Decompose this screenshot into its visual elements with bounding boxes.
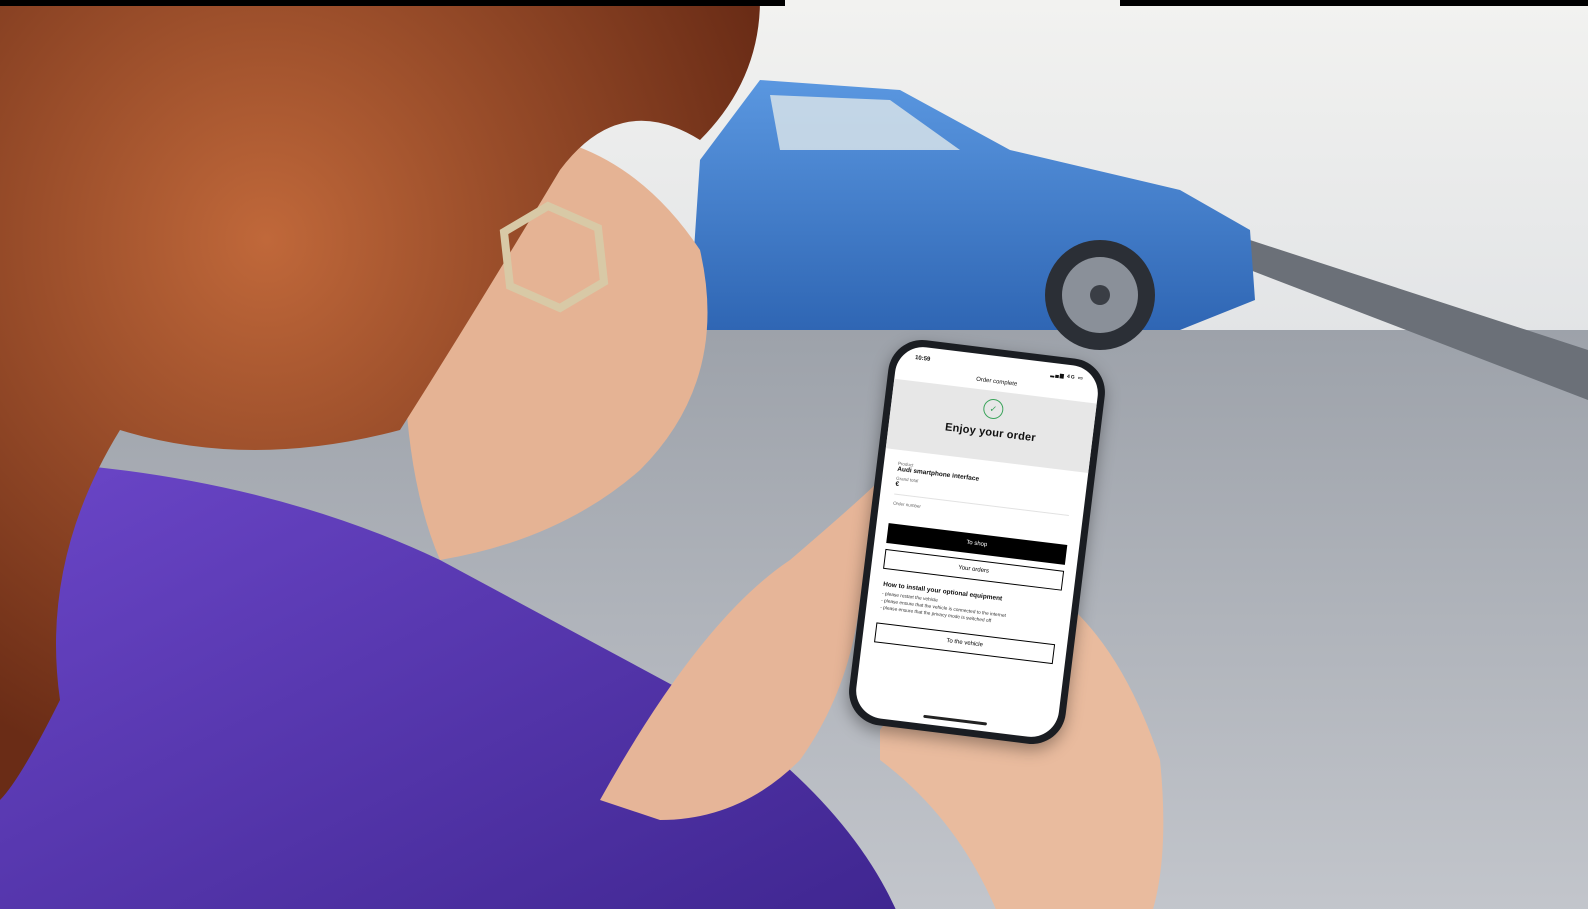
top-black-strip-right [1120, 0, 1588, 6]
top-black-strip-left [0, 0, 785, 6]
home-indicator [923, 714, 988, 726]
photo-scene: 10:59 ▂▄▆ 4G ▭ Order complete ✓ Enjoy yo… [0, 0, 1588, 919]
phone-screen: 10:59 ▂▄▆ 4G ▭ Order complete ✓ Enjoy yo… [852, 343, 1102, 741]
background-photo [0, 0, 1588, 919]
bottom-white-strip [0, 909, 1588, 919]
network-label: 4G [1066, 373, 1076, 381]
status-time: 10:59 [914, 355, 931, 363]
checkmark-icon: ✓ [982, 397, 1005, 421]
signal-icon: ▂▄▆ 4G ▭ [1050, 371, 1085, 382]
hero-title: Enjoy your order [944, 421, 1037, 445]
